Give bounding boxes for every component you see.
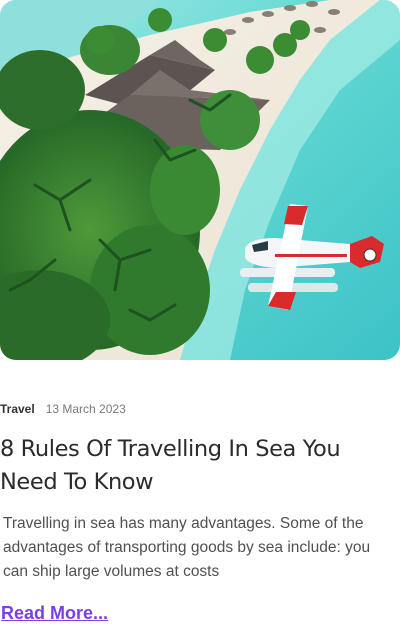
category-tag[interactable]: Travel: [0, 402, 35, 416]
hero-image[interactable]: [0, 0, 400, 360]
blog-post-card: Travel 13 March 2023 8 Rules Of Travelli…: [0, 0, 400, 630]
post-excerpt: Travelling in sea has many advantages. S…: [3, 515, 371, 580]
post-meta: Travel 13 March 2023: [0, 401, 126, 417]
publish-date: 13 March 2023: [45, 402, 126, 416]
read-more-link[interactable]: Read More...: [1, 603, 108, 624]
post-title[interactable]: 8 Rules Of Travelling In Sea You Need To…: [0, 433, 395, 499]
